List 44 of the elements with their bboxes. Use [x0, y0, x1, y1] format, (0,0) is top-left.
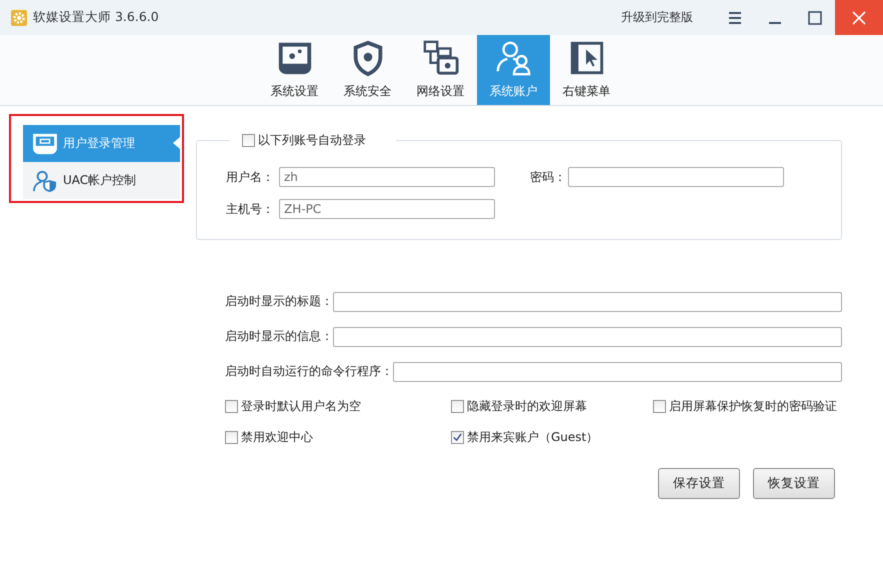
tab[interactable]: 系统设置 — [258, 35, 331, 105]
field-label: 启动时自动运行的命令行程序： — [225, 363, 393, 380]
field-label: 密码： — [530, 168, 567, 186]
input-field[interactable] — [568, 167, 784, 187]
field-label: 用户名： — [226, 168, 275, 186]
tab[interactable]: 系统安全 — [331, 35, 404, 105]
close-icon — [852, 10, 866, 24]
pointer-icon — [173, 137, 180, 149]
checkbox-label: 启用屏幕保护恢复时的密码验证 — [669, 398, 837, 415]
menu-icon — [728, 10, 742, 24]
close-button[interactable] — [835, 0, 883, 35]
input-field[interactable] — [393, 362, 842, 382]
checkbox[interactable] — [653, 400, 666, 413]
input-field[interactable]: zh — [279, 167, 495, 187]
tab[interactable]: 网络设置 — [404, 35, 477, 105]
checkbox[interactable] — [242, 134, 255, 147]
minimize-icon — [768, 22, 782, 24]
checkbox-label: 禁用欢迎中心 — [241, 429, 313, 446]
window-title: 软媒设置大师 3.6.6.0 — [33, 9, 159, 26]
network-icon — [422, 39, 460, 77]
sidebar-item[interactable]: UAC帐户控制 — [23, 162, 180, 199]
checkbox[interactable] — [225, 431, 238, 444]
upgrade-link[interactable]: 升级到完整版 — [621, 9, 693, 26]
field-label: 启动时显示的信息： — [225, 328, 333, 345]
checkbox[interactable] — [225, 400, 238, 413]
action-button[interactable]: 保存设置 — [658, 468, 740, 499]
user-shield-icon — [32, 170, 58, 192]
checkbox[interactable] — [451, 431, 464, 444]
checkbox-label: 登录时默认用户名为空 — [241, 398, 361, 415]
gear-icon — [11, 10, 27, 26]
input-field[interactable] — [333, 326, 842, 346]
checkbox-label: 禁用来宾账户（Guest） — [467, 429, 598, 446]
input-field[interactable]: ZH-PC — [279, 199, 495, 219]
maximize-icon — [808, 10, 822, 24]
tab[interactable]: 右键菜单 — [550, 35, 623, 105]
field-label: 启动时显示的标题： — [225, 293, 333, 310]
checkbox[interactable] — [451, 400, 464, 413]
checkbox-label: 以下列账号自动登录 — [258, 132, 366, 149]
action-button[interactable]: 恢复设置 — [753, 468, 835, 499]
checkbox-label: 隐藏登录时的欢迎屏幕 — [467, 398, 587, 415]
input-field[interactable] — [333, 292, 842, 312]
monitor-icon — [32, 132, 58, 154]
users-icon — [494, 39, 532, 77]
field-label: 主机号： — [226, 200, 275, 218]
